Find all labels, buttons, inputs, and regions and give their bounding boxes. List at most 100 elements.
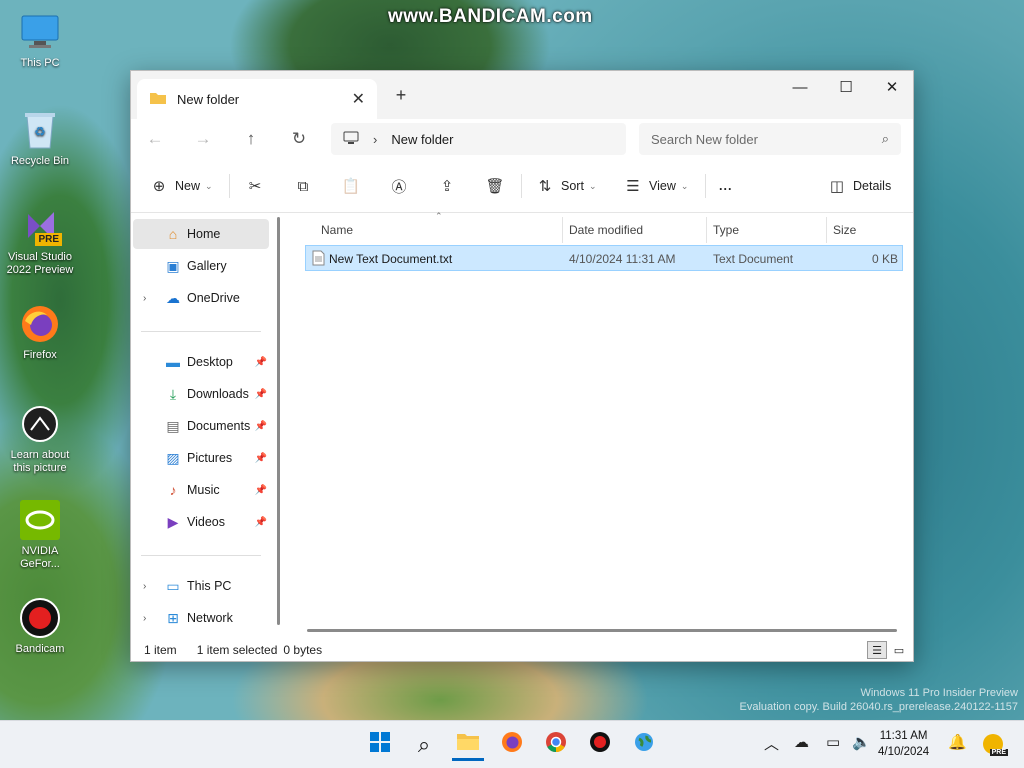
breadcrumb[interactable]: New folder bbox=[391, 132, 453, 147]
tab-title: New folder bbox=[177, 91, 240, 107]
nav-item-this-pc[interactable]: › ▭ This PC bbox=[133, 571, 269, 601]
taskbar-chrome[interactable] bbox=[540, 729, 572, 761]
divider bbox=[141, 331, 261, 332]
clock[interactable]: 11:31 AM 4/10/2024 bbox=[878, 728, 929, 760]
new-button[interactable]: ⊕ New ⌄ bbox=[149, 174, 213, 198]
search-button[interactable]: ⌕ bbox=[408, 729, 440, 761]
pin-icon[interactable]: 📌 bbox=[255, 357, 267, 368]
details-pane-icon: ◫ bbox=[829, 178, 845, 195]
pin-icon[interactable]: 📌 bbox=[255, 453, 267, 464]
nav-item-network[interactable]: › ⊞ Network bbox=[133, 603, 269, 633]
file-size: 0 KB bbox=[871, 252, 898, 266]
desktop-icon-nvidia[interactable]: NVIDIA GeFor... bbox=[4, 498, 76, 571]
volume-icon[interactable]: 🔈 bbox=[852, 733, 871, 751]
svg-text:♻: ♻ bbox=[34, 125, 46, 140]
record-icon bbox=[589, 731, 611, 759]
bell-icon[interactable]: 🔔 bbox=[948, 733, 967, 751]
nav-item-downloads[interactable]: ⤓ Downloads 📌 bbox=[133, 379, 269, 409]
rename-button[interactable]: Ⓐ bbox=[389, 174, 409, 198]
desktop-icon-recycle-bin[interactable]: ♻ Recycle Bin bbox=[4, 108, 76, 168]
details-button[interactable]: ◫ Details bbox=[827, 174, 891, 198]
column-header-name[interactable]: Name bbox=[321, 217, 353, 243]
record-icon bbox=[18, 596, 62, 640]
taskbar-globe-app[interactable] bbox=[628, 729, 660, 761]
picture-icon: ▨ bbox=[166, 449, 180, 466]
plus-circle-icon: ⊕ bbox=[152, 178, 166, 195]
monitor-icon bbox=[18, 10, 62, 54]
nav-item-music[interactable]: ♪ Music 📌 bbox=[133, 475, 269, 505]
tab-new-folder[interactable]: New folder ✕ bbox=[137, 79, 377, 119]
insider-preview-badge[interactable]: PRE bbox=[980, 731, 1008, 757]
paste-button[interactable]: 📋 bbox=[341, 174, 361, 198]
taskbar-firefox[interactable] bbox=[496, 729, 528, 761]
divider bbox=[521, 174, 522, 198]
up-button[interactable]: ↑ bbox=[227, 129, 275, 149]
pin-icon[interactable]: 📌 bbox=[255, 517, 267, 528]
forward-button[interactable]: → bbox=[179, 129, 227, 149]
copy-button[interactable]: ⧉ bbox=[293, 174, 313, 198]
share-icon: ⇪ bbox=[440, 178, 454, 195]
cut-button[interactable]: ✂ bbox=[245, 174, 265, 198]
item-count: 1 item bbox=[144, 643, 177, 657]
back-button[interactable]: ← bbox=[131, 129, 179, 149]
start-button[interactable] bbox=[364, 729, 396, 761]
maximize-button[interactable]: ☐ bbox=[823, 71, 869, 103]
file-list: ⌃ Name Date modified Type Size New Text … bbox=[289, 211, 915, 633]
desktop-icon-learn-picture[interactable]: Learn about this picture bbox=[4, 402, 76, 475]
desktop-icon-visual-studio[interactable]: PRE Visual Studio 2022 Preview bbox=[4, 204, 76, 277]
chevron-right-icon[interactable]: › bbox=[143, 293, 146, 304]
clipboard-icon: 📋 bbox=[341, 178, 361, 195]
close-tab-icon[interactable]: ✕ bbox=[352, 89, 365, 109]
new-tab-button[interactable]: + bbox=[389, 85, 413, 106]
nav-item-gallery[interactable]: ▣ Gallery bbox=[133, 251, 269, 281]
close-window-button[interactable]: ✕ bbox=[869, 71, 915, 103]
column-header-type[interactable]: Type bbox=[713, 217, 739, 243]
chevron-right-icon[interactable]: › bbox=[143, 581, 146, 592]
desktop-icon-this-pc[interactable]: This PC bbox=[4, 10, 76, 70]
tiles-view-button[interactable]: ▭ bbox=[889, 641, 909, 659]
address-bar[interactable]: › New folder bbox=[331, 123, 626, 155]
share-button[interactable]: ⇪ bbox=[437, 174, 457, 198]
nav-item-documents[interactable]: ▤ Documents 📌 bbox=[133, 411, 269, 441]
taskbar-bandicam[interactable] bbox=[584, 729, 616, 761]
details-view-button[interactable]: ☰ bbox=[867, 641, 887, 659]
pin-icon[interactable]: 📌 bbox=[255, 421, 267, 432]
pin-icon[interactable]: 📌 bbox=[255, 485, 267, 496]
nav-item-onedrive[interactable]: › ☁ OneDrive bbox=[133, 283, 269, 313]
nav-item-desktop[interactable]: ▬ Desktop 📌 bbox=[133, 347, 269, 377]
sort-button[interactable]: ⇅ Sort ⌄ bbox=[535, 174, 597, 198]
minimize-button[interactable]: — bbox=[777, 71, 823, 103]
taskbar: ⌕ ︿ ☁ ▭ 🔈 11:31 AM 4/10/2024 🔔 PRE bbox=[0, 720, 1024, 768]
column-header-size[interactable]: Size bbox=[833, 217, 856, 243]
navigation-bar: ← → ↑ ↻ › New folder Search New folder ⌕ bbox=[131, 119, 913, 159]
nav-item-home[interactable]: ⌂ Home bbox=[133, 219, 269, 249]
view-button[interactable]: ☰ View ⌄ bbox=[623, 174, 688, 198]
delete-button[interactable]: 🗑 bbox=[485, 174, 505, 198]
column-divider[interactable] bbox=[826, 217, 827, 243]
nav-scrollbar[interactable] bbox=[277, 217, 280, 625]
chevron-right-icon[interactable]: › bbox=[143, 613, 146, 624]
file-date: 4/10/2024 11:31 AM bbox=[569, 252, 676, 266]
nav-item-pictures[interactable]: ▨ Pictures 📌 bbox=[133, 443, 269, 473]
file-name: New Text Document.txt bbox=[329, 252, 453, 266]
firefox-icon bbox=[501, 731, 523, 759]
nav-item-videos[interactable]: ▶ Videos 📌 bbox=[133, 507, 269, 537]
column-divider[interactable] bbox=[706, 217, 707, 243]
more-options-button[interactable]: ... bbox=[719, 174, 732, 198]
cloud-offline-icon[interactable]: ☁ bbox=[794, 733, 809, 751]
rename-icon: Ⓐ bbox=[391, 178, 407, 196]
column-divider[interactable] bbox=[562, 217, 563, 243]
desktop-icon-label: Recycle Bin bbox=[10, 155, 70, 167]
refresh-button[interactable]: ↻ bbox=[275, 129, 323, 149]
network-monitor-icon[interactable]: ▭ bbox=[826, 733, 840, 751]
pin-icon[interactable]: 📌 bbox=[255, 389, 267, 400]
file-row[interactable]: New Text Document.txt 4/10/2024 11:31 AM… bbox=[305, 245, 903, 271]
column-header-date[interactable]: Date modified bbox=[569, 217, 643, 243]
chevron-up-icon[interactable]: ︿ bbox=[764, 733, 779, 754]
desktop-icon-bandicam[interactable]: Bandicam bbox=[4, 596, 76, 656]
download-icon: ⤓ bbox=[169, 385, 177, 402]
search-input[interactable]: Search New folder ⌕ bbox=[639, 123, 901, 155]
horizontal-scrollbar[interactable] bbox=[307, 629, 897, 632]
desktop-icon-firefox[interactable]: Firefox bbox=[4, 302, 76, 362]
taskbar-file-explorer[interactable] bbox=[452, 729, 484, 761]
